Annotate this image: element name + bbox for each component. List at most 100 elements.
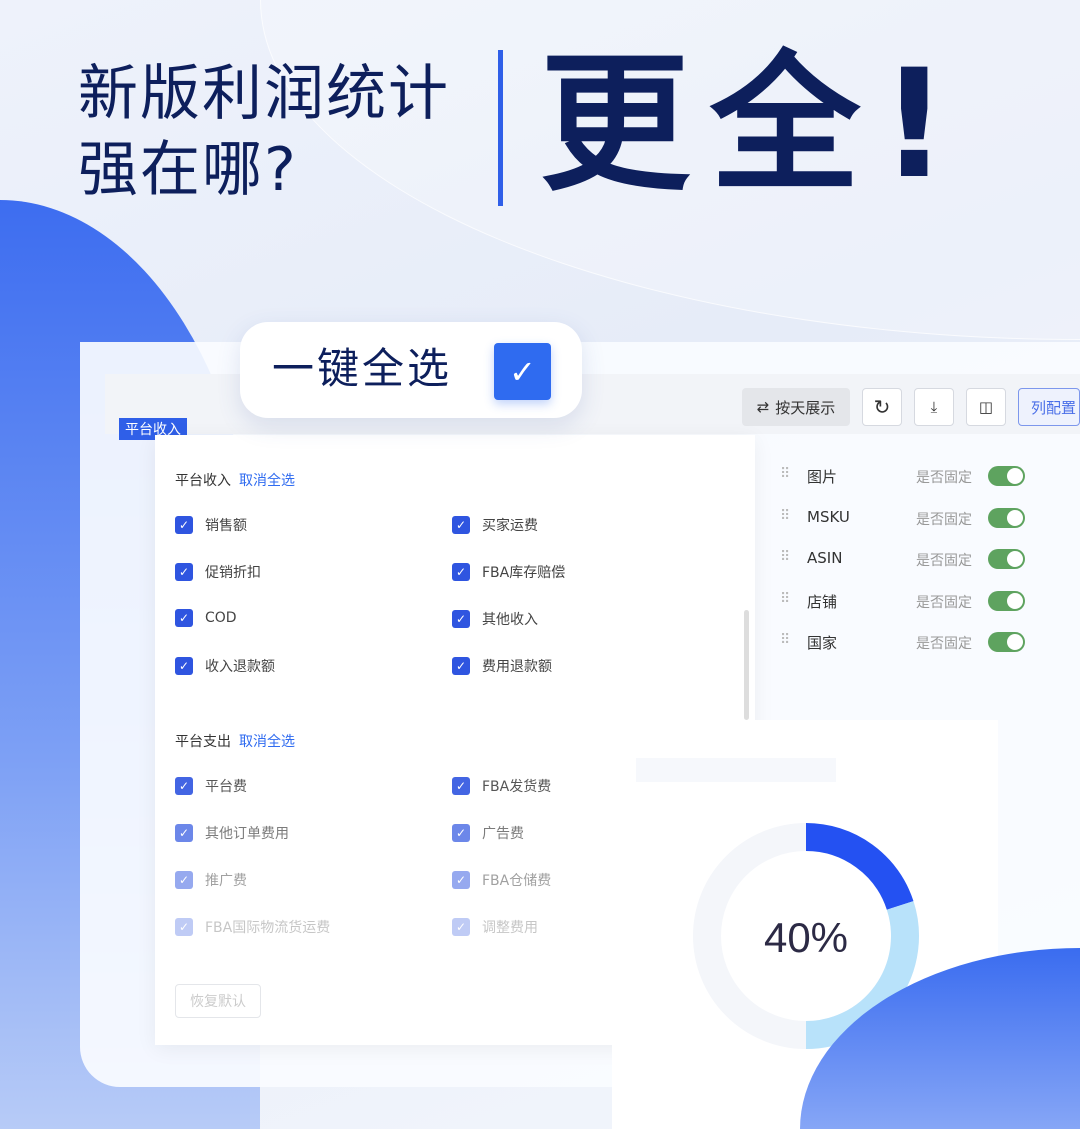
column-row: ⠿ ASIN 是否固定 (780, 549, 1040, 569)
checkbox-checked-icon: ✓ (175, 563, 193, 581)
headline: 新版利润统计 强在哪? (78, 56, 450, 208)
by-day-label: 按天展示 (775, 398, 836, 417)
checkbox-item[interactable]: ✓ 收入退款额 (175, 656, 275, 676)
column-row: ⠿ 图片 是否固定 (780, 466, 1040, 486)
checkbox-item[interactable]: ✓ 推广费 (175, 870, 247, 890)
fixed-toggle[interactable] (988, 632, 1025, 652)
download-button[interactable]: ⤓ (914, 388, 954, 426)
checkbox-checked-icon: ✓ (452, 918, 470, 936)
checkbox-label: 促销折扣 (205, 565, 261, 581)
drag-handle-icon[interactable]: ⠿ (780, 508, 790, 524)
checkbox-checked-icon: ✓ (175, 777, 193, 795)
checkbox-checked-icon: ✓ (175, 609, 193, 627)
fixed-toggle[interactable] (988, 590, 1025, 611)
checkbox-label: 费用退款额 (482, 659, 552, 675)
checkbox-label: 销售额 (205, 518, 247, 534)
column-config-button[interactable]: 列配置 (1018, 388, 1080, 426)
fixed-toggle[interactable] (988, 466, 1025, 486)
fixed-label: 是否固定 (916, 470, 972, 486)
refresh-button[interactable]: ↻ (862, 388, 902, 426)
checkbox-item[interactable]: ✓ 广告费 (452, 823, 524, 843)
checkbox-label: 推广费 (205, 873, 247, 889)
checkbox-label: 买家运费 (482, 518, 538, 534)
divider (498, 50, 503, 206)
checkbox-item[interactable]: ✓ 买家运费 (452, 515, 538, 535)
income-deselect-link[interactable]: 取消全选 (239, 473, 295, 489)
column-name: MSKU (807, 507, 850, 526)
drag-handle-icon[interactable]: ⠿ (780, 591, 790, 607)
column-name: ASIN (807, 549, 843, 567)
income-title: 平台收入 (175, 473, 231, 489)
checkbox-item[interactable]: ✓ FBA发货费 (452, 776, 551, 796)
checkbox-checked-icon: ✓ (452, 563, 470, 581)
drag-handle-icon[interactable]: ⠿ (780, 466, 790, 482)
select-all-label: 一键全选 (272, 344, 453, 393)
checkbox-label: 平台费 (205, 779, 247, 795)
panel-scrollbar[interactable] (744, 610, 749, 720)
checkbox-item[interactable]: ✓ 销售额 (175, 515, 247, 535)
checkbox-label: 其他订单费用 (205, 826, 289, 842)
fixed-label: 是否固定 (916, 594, 972, 611)
checkbox-item[interactable]: ✓ 其他订单费用 (175, 823, 289, 843)
column-name: 店铺 (807, 592, 838, 611)
headline-big: 更全! (540, 38, 969, 212)
checkbox-item[interactable]: ✓ 平台费 (175, 776, 247, 796)
column-name: 国家 (807, 634, 838, 652)
checkbox-item[interactable]: ✓ FBA仓储费 (452, 870, 551, 890)
checkbox-checked-icon: ✓ (452, 610, 470, 628)
expense-title: 平台支出 (175, 734, 231, 750)
headline-line2: 强在哪? (78, 135, 298, 205)
checkbox-checked-icon: ✓ (452, 871, 470, 889)
income-section-header: 平台收入 取消全选 (175, 470, 295, 490)
refresh-icon: ↻ (873, 395, 891, 419)
donut-label: 40% (764, 914, 848, 961)
checkbox-label: FBA仓储费 (482, 873, 552, 889)
select-all-pill[interactable]: 一键全选 ✓ (240, 322, 582, 418)
checkbox-item[interactable]: ✓ FBA国际物流货运费 (175, 917, 330, 937)
fixed-label: 是否固定 (916, 636, 972, 652)
checkbox-label: FBA库存赔偿 (482, 565, 566, 581)
column-row: ⠿ 国家 是否固定 (780, 632, 1040, 652)
by-day-button[interactable]: ⇄ 按天展示 (742, 388, 850, 426)
fixed-label: 是否固定 (916, 511, 972, 528)
fixed-toggle[interactable] (988, 507, 1025, 528)
checkbox-checked-icon: ✓ (175, 871, 193, 889)
columns-icon: ◫ (978, 398, 994, 416)
select-all-checkbox[interactable]: ✓ (494, 343, 551, 400)
checkbox-label: FBA国际物流货运费 (205, 920, 331, 936)
swap-icon: ⇄ (756, 398, 770, 416)
check-icon: ✓ (509, 352, 536, 391)
drag-handle-icon[interactable]: ⠿ (780, 549, 790, 565)
column-config-label: 列配置 (1031, 398, 1077, 417)
checkbox-item[interactable]: ✓ 其他收入 (452, 609, 538, 629)
drag-handle-icon[interactable]: ⠿ (780, 632, 790, 648)
fixed-toggle[interactable] (988, 549, 1025, 569)
checkbox-checked-icon: ✓ (175, 657, 193, 675)
checkbox-label: COD (205, 610, 237, 626)
checkbox-checked-icon: ✓ (175, 824, 193, 842)
checkbox-item[interactable]: ✓ 调整费用 (452, 917, 538, 937)
column-name: 图片 (807, 468, 838, 486)
checkbox-item[interactable]: ✓ 费用退款额 (452, 656, 552, 676)
expense-deselect-link[interactable]: 取消全选 (239, 734, 295, 750)
expense-section-header: 平台支出 取消全选 (175, 731, 295, 751)
column-row: ⠿ MSKU 是否固定 (780, 507, 1040, 528)
donut-segment (805, 823, 914, 911)
checkbox-checked-icon: ✓ (452, 777, 470, 795)
checkbox-checked-icon: ✓ (452, 657, 470, 675)
checkbox-checked-icon: ✓ (175, 918, 193, 936)
checkbox-item[interactable]: ✓ FBA库存赔偿 (452, 562, 565, 582)
checkbox-label: FBA发货费 (482, 779, 552, 795)
columns-button[interactable]: ◫ (966, 388, 1006, 426)
checkbox-label: 调整费用 (482, 920, 538, 936)
reset-button[interactable]: 恢复默认 (175, 984, 261, 1018)
headline-line1: 新版利润统计 (78, 59, 450, 129)
column-row: ⠿ 店铺 是否固定 (780, 590, 1040, 611)
checkbox-label: 其他收入 (482, 612, 538, 628)
checkbox-checked-icon: ✓ (175, 516, 193, 534)
checkbox-checked-icon: ✓ (452, 516, 470, 534)
checkbox-item[interactable]: ✓ 促销折扣 (175, 562, 261, 582)
checkbox-item[interactable]: ✓ COD (175, 609, 237, 627)
fixed-label: 是否固定 (916, 553, 972, 569)
checkbox-checked-icon: ✓ (452, 824, 470, 842)
